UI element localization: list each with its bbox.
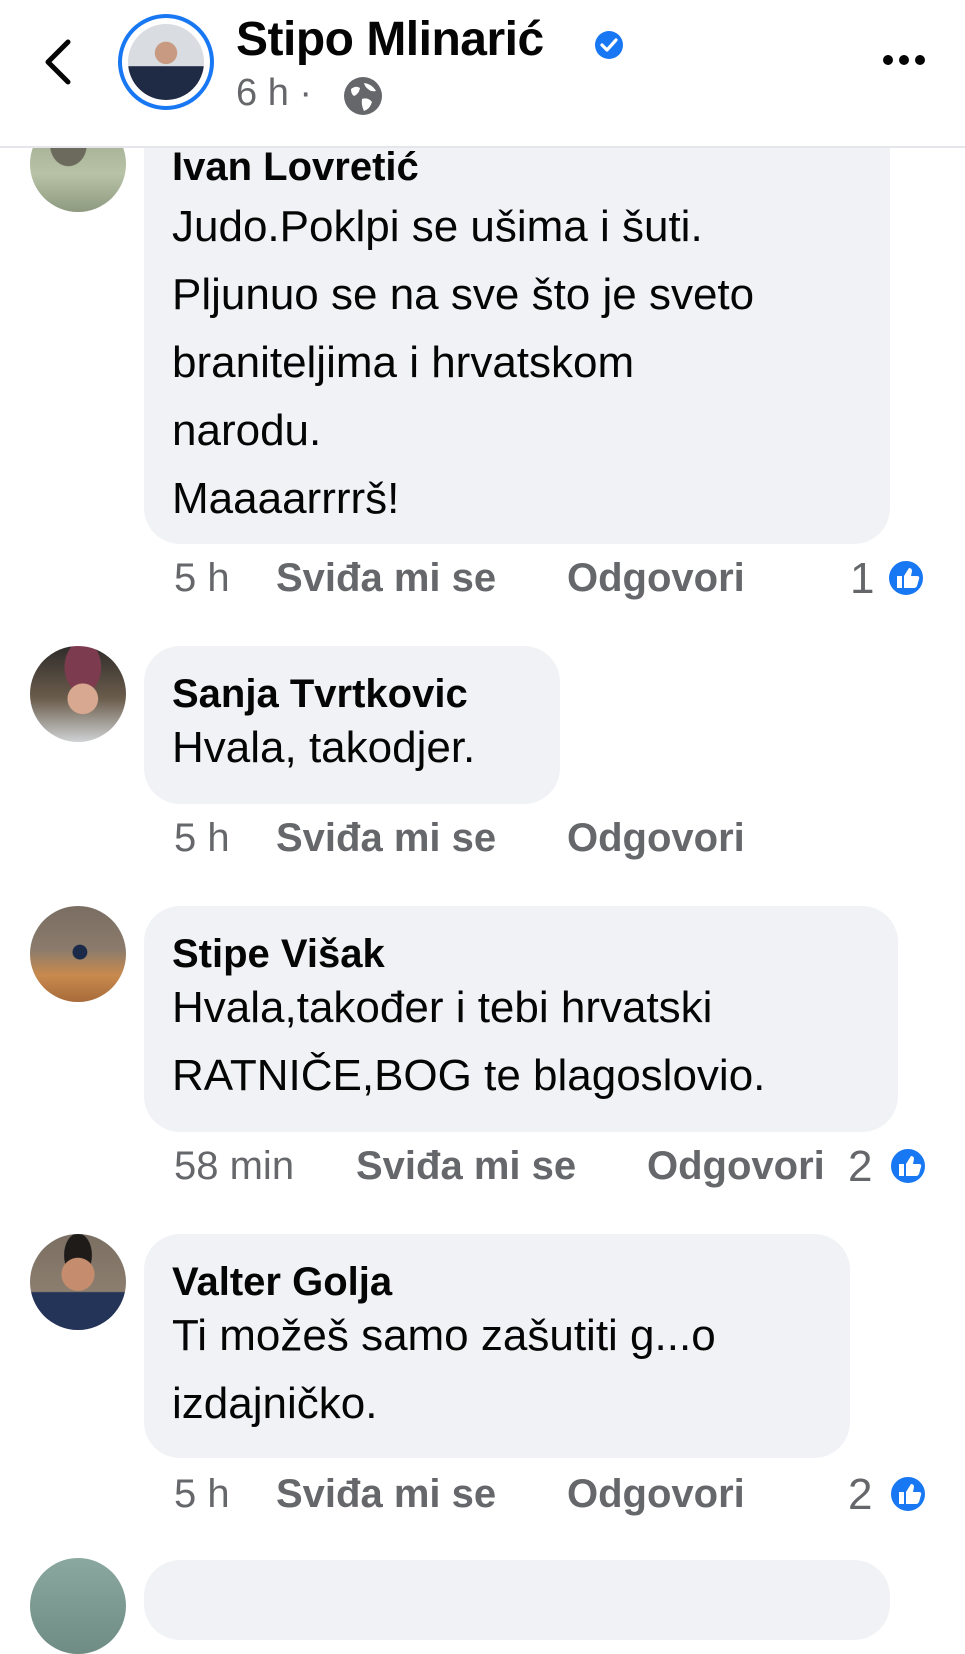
like-reaction-icon: [889, 1147, 927, 1185]
comment-line: narodu.: [172, 406, 322, 455]
comment-time: 5 h: [174, 1472, 230, 1516]
comment-text: Hvala, takodjer.: [172, 714, 532, 782]
comment-text: Judo.Poklpi se ušima i šuti. Pljunuo se …: [172, 193, 862, 533]
comment-line: Judo.Poklpi se ušima i šuti.: [172, 202, 703, 251]
post-author-name[interactable]: Stipo Mlinarić: [236, 12, 544, 67]
reaction-number: 2: [848, 1470, 873, 1519]
commenter-name[interactable]: Sanja Tvrtkovic: [172, 670, 532, 718]
reply-button[interactable]: Odgovori: [567, 816, 745, 861]
comment-time: 5 h: [174, 816, 230, 860]
comment-actions: 5 h Sviđa mi se Odgovori: [174, 556, 774, 606]
reaction-number: 2: [848, 1142, 873, 1191]
comment-text: Hvala,također i tebi hrvatski RATNIČE,BO…: [172, 974, 870, 1110]
commenter-name[interactable]: Stipe Višak: [172, 930, 870, 978]
reply-button[interactable]: Odgovori: [567, 556, 745, 601]
like-button[interactable]: Sviđa mi se: [276, 816, 496, 861]
comment-time: 58 min: [174, 1144, 295, 1188]
comment-line: braniteljima i hrvatskom: [172, 338, 635, 387]
like-button[interactable]: Sviđa mi se: [356, 1144, 576, 1189]
post-header: Stipo Mlinarić 6 h ·: [0, 0, 965, 148]
comment-line: Ti možeš samo zašutiti g...o: [172, 1311, 716, 1360]
author-avatar[interactable]: [118, 14, 214, 110]
like-button[interactable]: Sviđa mi se: [276, 1472, 496, 1517]
reply-button[interactable]: Odgovori: [567, 1472, 745, 1517]
verified-badge-icon: [595, 31, 623, 59]
comment-actions: 58 min Sviđa mi se Odgovori: [174, 1144, 874, 1194]
comment-text: Ti možeš samo zašutiti g...o izdajničko.: [172, 1302, 822, 1438]
comment-actions: 5 h Sviđa mi se Odgovori: [174, 816, 774, 866]
meta-separator: ·: [299, 72, 313, 114]
comment-line: Hvala,također i tebi hrvatski: [172, 983, 713, 1032]
comment-time: 5 h: [174, 556, 230, 600]
reaction-count[interactable]: 2: [848, 1142, 958, 1192]
comment-bubble: Stipe Višak Hvala,također i tebi hrvatsk…: [144, 906, 898, 1132]
reaction-number: 1: [850, 554, 875, 603]
commenter-name[interactable]: Ivan Lovretić: [172, 143, 862, 191]
post-time: 6 h: [236, 72, 289, 114]
more-options-icon[interactable]: [880, 50, 928, 70]
reaction-count[interactable]: 1: [850, 554, 950, 604]
like-reaction-icon: [889, 1475, 927, 1513]
post-meta: 6 h ·: [236, 72, 312, 115]
comment-line: Hvala, takodjer.: [172, 723, 476, 772]
like-reaction-icon: [887, 559, 925, 597]
commenter-avatar[interactable]: [30, 906, 126, 1002]
commenter-avatar[interactable]: [30, 646, 126, 742]
comment-bubble: Valter Golja Ti možeš samo zašutiti g...…: [144, 1234, 850, 1458]
like-button[interactable]: Sviđa mi se: [276, 556, 496, 601]
reply-button[interactable]: Odgovori: [647, 1144, 825, 1189]
chevron-left-icon[interactable]: [38, 36, 82, 88]
commenter-name[interactable]: Valter Golja: [172, 1258, 822, 1306]
comment-line: izdajničko.: [172, 1379, 378, 1428]
comment-actions: 5 h Sviđa mi se Odgovori: [174, 1472, 774, 1522]
commenter-avatar[interactable]: [30, 1234, 126, 1330]
comment-line: Pljunuo se na sve što je sveto: [172, 270, 755, 319]
comment-bubble: Sanja Tvrtkovic Hvala, takodjer.: [144, 646, 560, 804]
comment-line: Maaaarrrrš!: [172, 474, 400, 523]
comment-bubble: Ivan Lovretić Judo.Poklpi se ušima i šut…: [144, 112, 890, 544]
comment-bubble: [144, 1560, 890, 1640]
reaction-count[interactable]: 2: [848, 1470, 958, 1520]
comment-line: RATNIČE,BOG te blagoslovio.: [172, 1051, 766, 1100]
globe-icon: [344, 77, 382, 115]
commenter-avatar[interactable]: [30, 1558, 126, 1654]
